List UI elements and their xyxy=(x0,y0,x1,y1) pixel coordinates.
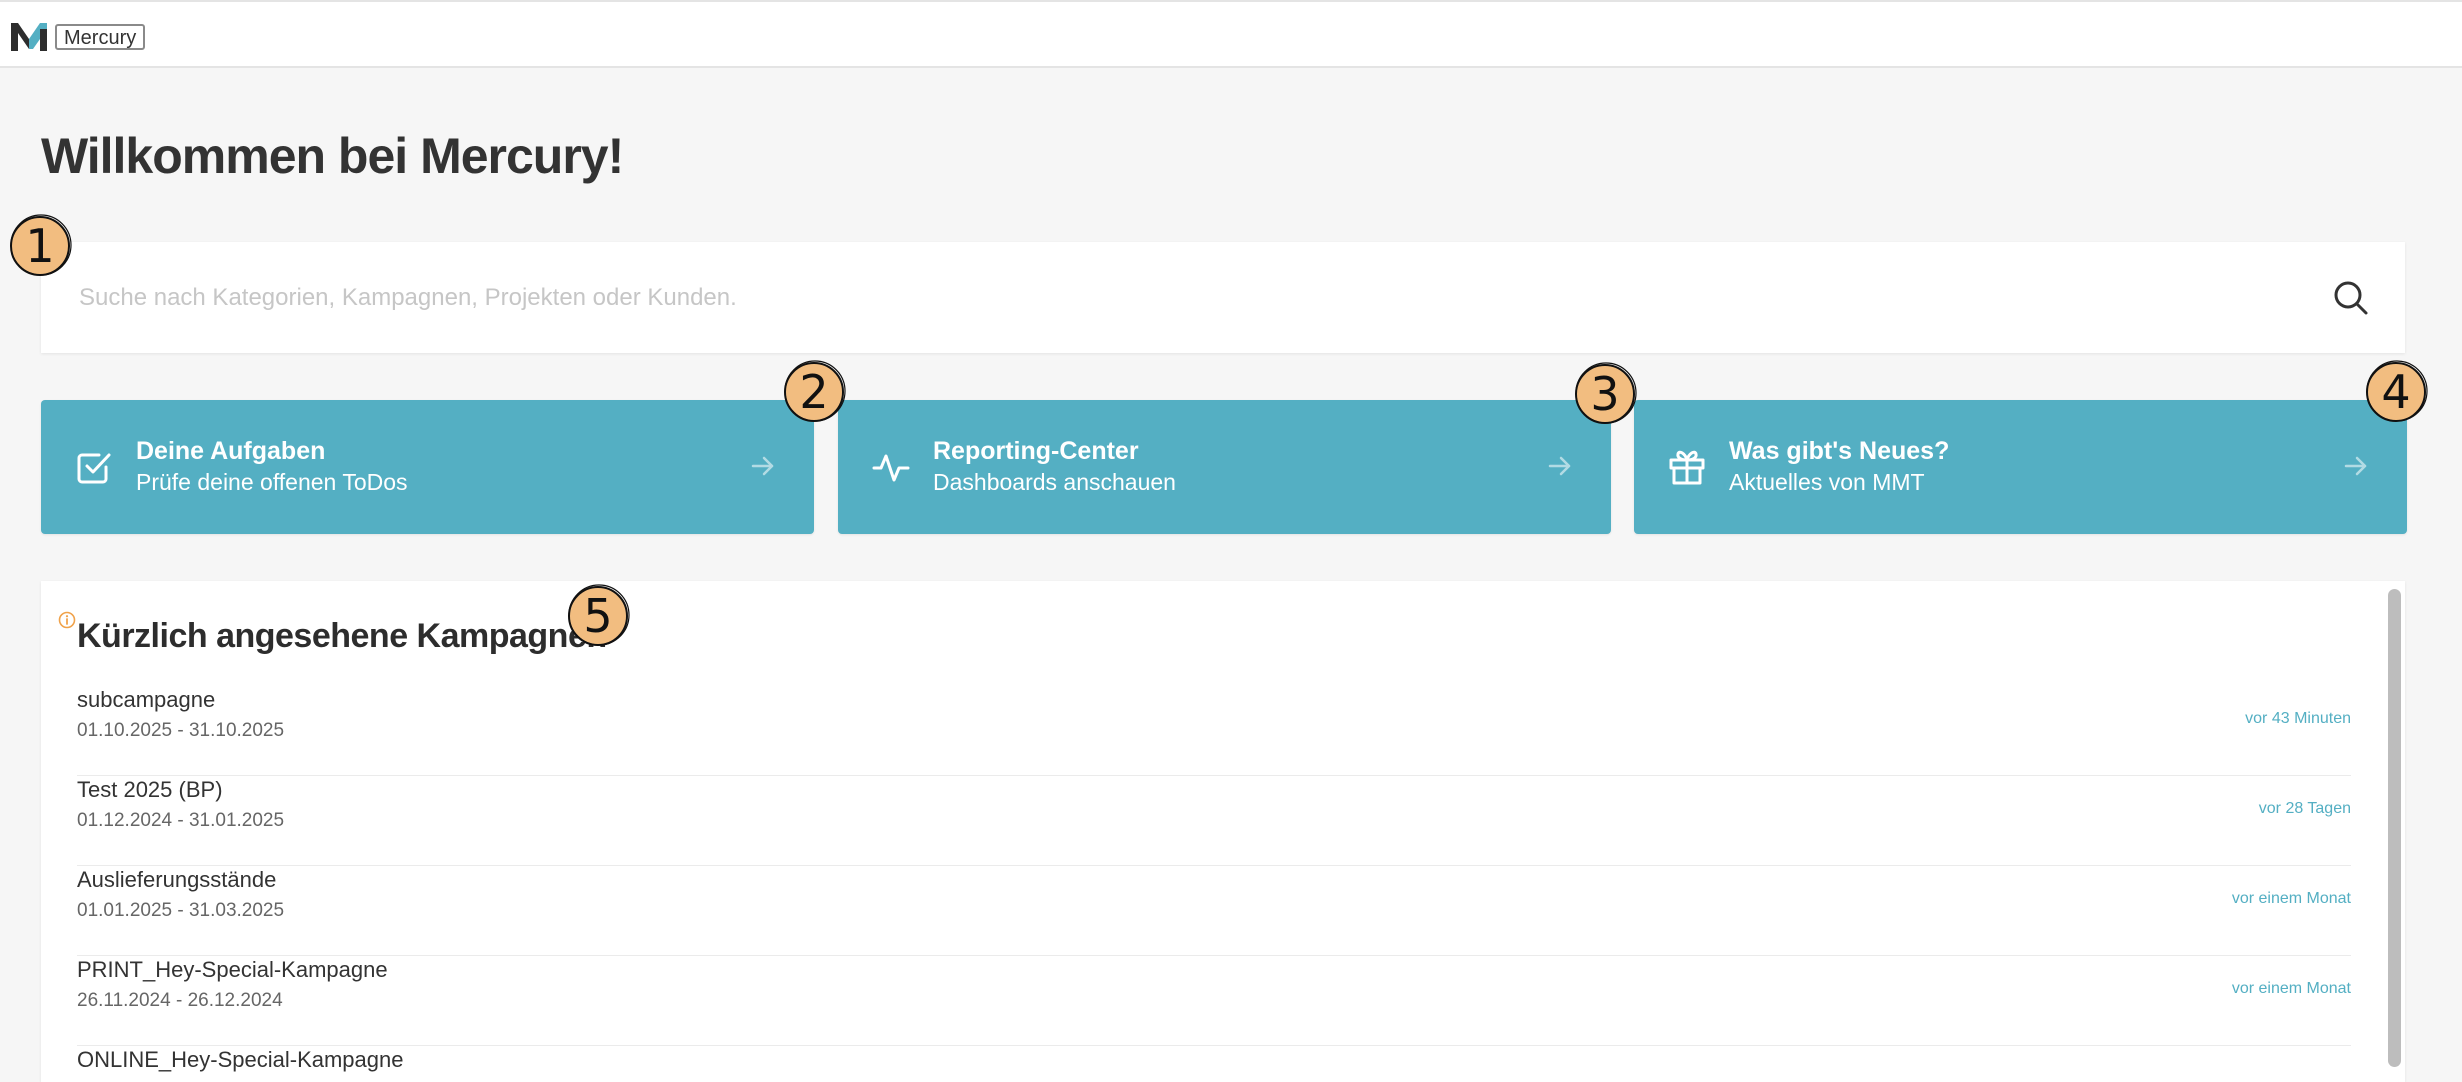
card-title: Deine Aufgaben xyxy=(136,437,326,465)
campaign-name[interactable]: PRINT_Hey-Special-Kampagne xyxy=(77,956,388,984)
campaign-viewed-time: vor einem Monat xyxy=(2231,890,2351,907)
annotation-badge-2: 2 xyxy=(782,360,846,424)
badge-number: 1 xyxy=(25,219,55,273)
top-bar: Mercury xyxy=(0,0,2462,68)
search-input[interactable] xyxy=(77,272,2281,324)
annotation-badge-3: 3 xyxy=(1573,362,1637,426)
campaign-viewed-time: vor 43 Minuten xyxy=(2245,710,2351,727)
campaign-dates: 01.01.2025 - 31.03.2025 xyxy=(77,900,285,921)
campaign-list: subcampagne 01.10.2025 - 31.10.2025 vor … xyxy=(77,686,2351,1082)
page-title: Willkommen bei Mercury! xyxy=(41,128,624,184)
arrow-right-icon xyxy=(1548,456,1571,476)
gift-icon xyxy=(1669,450,1705,485)
checkbox-icon xyxy=(77,453,111,484)
search-icon[interactable] xyxy=(2331,278,2371,318)
card-subtitle: Aktuelles von MMT xyxy=(1729,469,1925,495)
scrollbar-thumb[interactable] xyxy=(2388,589,2401,1067)
arrow-right-icon xyxy=(2344,456,2367,476)
list-item[interactable]: Test 2025 (BP) 01.12.2024 - 31.01.2025 v… xyxy=(77,776,2351,866)
card-title: Was gibt's Neues? xyxy=(1729,437,1950,465)
campaign-viewed-time: vor 28 Tagen xyxy=(2258,800,2351,817)
reporting-card[interactable]: Reporting-Center Dashboards anschauen xyxy=(838,400,1611,534)
campaign-name[interactable]: Test 2025 (BP) xyxy=(77,776,223,804)
campaign-name[interactable]: ONLINE_Hey-Special-Kampagne xyxy=(77,1046,404,1074)
arrow-right-icon xyxy=(751,456,774,476)
campaign-viewed-time: vor einem Monat xyxy=(2231,980,2351,997)
search-box[interactable] xyxy=(41,242,2405,353)
info-icon[interactable] xyxy=(58,611,76,629)
badge-number: 2 xyxy=(799,365,829,419)
card-subtitle: Dashboards anschauen xyxy=(933,469,1176,495)
tasks-card[interactable]: Deine Aufgaben Prüfe deine offenen ToDos xyxy=(41,400,814,534)
card-title: Reporting-Center xyxy=(933,437,1139,465)
annotation-badge-5: 5 xyxy=(566,584,630,648)
badge-number: 4 xyxy=(2381,365,2411,419)
campaign-dates: 01.10.2025 - 31.10.2025 xyxy=(77,720,285,741)
badge-number: 5 xyxy=(583,589,613,643)
mercury-logo-icon[interactable] xyxy=(11,21,47,53)
annotation-badge-4: 4 xyxy=(2364,360,2428,424)
campaign-dates: 26.11.2024 - 26.12.2024 xyxy=(77,990,283,1011)
campaign-name[interactable]: Auslieferungsstände xyxy=(77,866,276,894)
recent-campaigns-title: Kürzlich angesehene Kampagnen xyxy=(77,617,607,655)
list-item[interactable]: subcampagne 01.10.2025 - 31.10.2025 vor … xyxy=(77,686,2351,776)
campaign-dates: 01.12.2024 - 31.01.2025 xyxy=(77,810,285,831)
recent-campaigns-panel: Kürzlich angesehene Kampagnen subcampagn… xyxy=(41,581,2405,1082)
news-card[interactable]: Was gibt's Neues? Aktuelles von MMT xyxy=(1634,400,2407,534)
card-subtitle: Prüfe deine offenen ToDos xyxy=(136,469,408,495)
app-name-badge[interactable]: Mercury xyxy=(55,24,146,50)
list-item[interactable]: Auslieferungsstände 01.01.2025 - 31.03.2… xyxy=(77,866,2351,956)
list-item[interactable]: PRINT_Hey-Special-Kampagne 26.11.2024 - … xyxy=(77,956,2351,1046)
campaign-name[interactable]: subcampagne xyxy=(77,686,215,714)
list-item[interactable]: ONLINE_Hey-Special-Kampagne xyxy=(77,1046,2351,1082)
annotation-badge-1: 1 xyxy=(8,214,72,278)
badge-number: 3 xyxy=(1590,367,1620,421)
activity-icon xyxy=(872,454,910,482)
